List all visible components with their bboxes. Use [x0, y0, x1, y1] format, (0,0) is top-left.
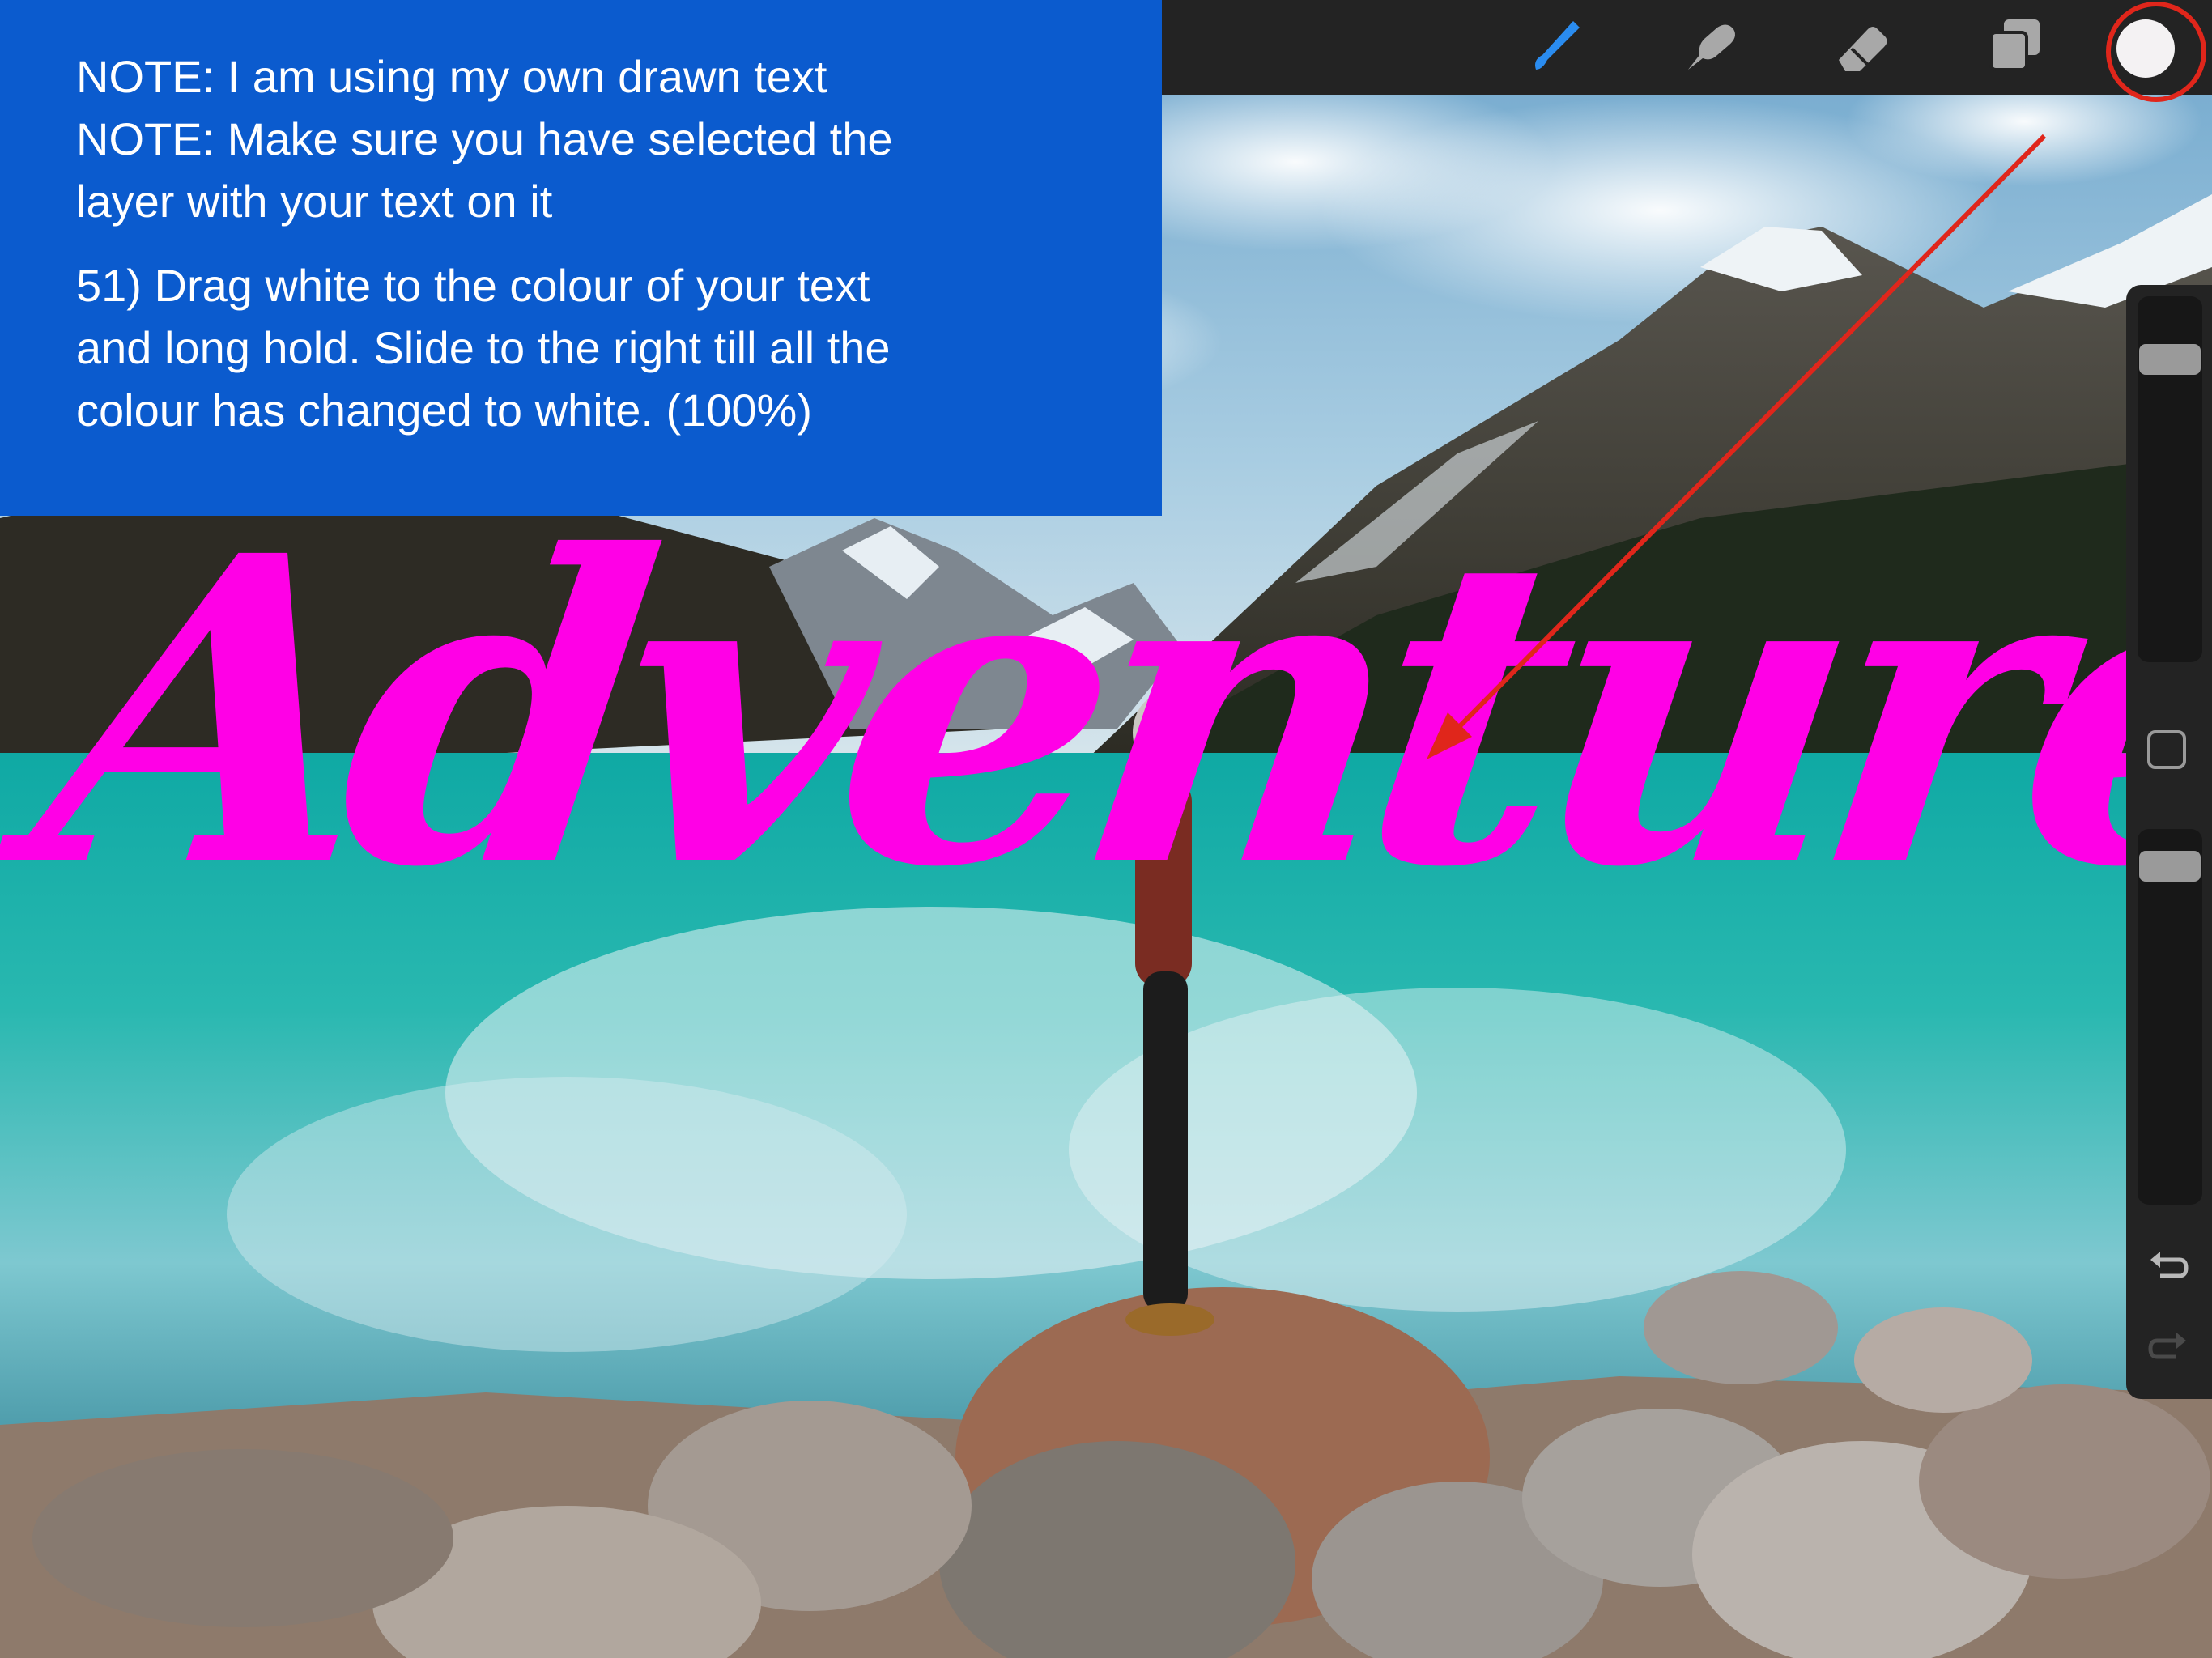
brush-size-slider[interactable]: [2138, 296, 2202, 662]
step-line-1: 51) Drag white to the colour of your tex…: [76, 260, 870, 311]
opacity-slider-thumb[interactable]: [2139, 851, 2201, 882]
brush-icon: [1525, 13, 1589, 82]
opacity-slider[interactable]: [2138, 829, 2202, 1205]
note-line-3: layer with your text on it: [76, 176, 553, 227]
top-toolbar: [1162, 0, 2212, 95]
smudge-tool-button[interactable]: [1678, 15, 1743, 79]
note-line-1: NOTE: I am using my own drawn text: [76, 51, 827, 102]
layers-icon: [1983, 13, 2048, 82]
color-picker-button[interactable]: [2105, 8, 2186, 89]
smudge-icon: [1678, 13, 1743, 82]
step-line-3: colour has changed to white. (100%): [76, 385, 812, 436]
layers-button[interactable]: [1983, 15, 2048, 79]
note-line-2: NOTE: Make sure you have selected the: [76, 113, 893, 164]
undo-button[interactable]: [2144, 1245, 2193, 1294]
modify-button[interactable]: [2147, 730, 2186, 769]
redo-icon: [2146, 1326, 2191, 1375]
eraser-icon: [1831, 13, 1895, 82]
step-line-2: and long hold. Slide to the right till a…: [76, 322, 891, 373]
artwork-lettering: Adventure: [14, 465, 2212, 959]
undo-icon: [2146, 1245, 2191, 1295]
brush-tool-button[interactable]: [1525, 15, 1589, 79]
current-color-swatch: [2116, 19, 2175, 78]
side-bar: [2126, 285, 2212, 1399]
redo-button[interactable]: [2144, 1326, 2193, 1375]
instruction-panel: NOTE: I am using my own drawn text NOTE:…: [0, 0, 1162, 516]
eraser-tool-button[interactable]: [1831, 15, 1895, 79]
brush-size-slider-thumb[interactable]: [2139, 344, 2201, 376]
